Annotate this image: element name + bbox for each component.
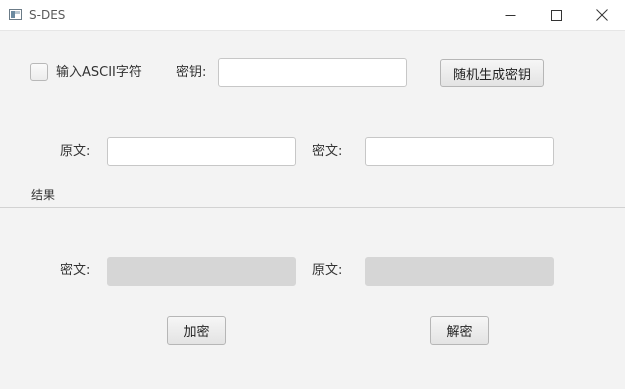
title-bar: S-DES [0,0,625,31]
decrypt-button[interactable]: 解密 [430,316,489,345]
generate-key-button[interactable]: 随机生成密钥 [440,59,544,87]
ascii-checkbox[interactable] [30,63,48,81]
result-section-title: 结果 [31,188,56,202]
app-window-icon [9,9,22,20]
ciphertext-input[interactable] [365,137,554,166]
result-ciphertext-field [107,257,296,286]
ciphertext-input-label: 密文: [312,144,343,159]
key-input[interactable] [218,58,407,87]
close-button[interactable] [579,0,625,30]
maximize-icon [550,9,562,21]
result-plaintext-label: 原文: [312,263,343,278]
minimize-button[interactable] [487,0,533,30]
result-ciphertext-label: 密文: [60,263,91,278]
result-plaintext-field [365,257,554,286]
plaintext-input[interactable] [107,137,296,166]
encrypt-button[interactable]: 加密 [167,316,226,345]
maximize-button[interactable] [533,0,579,30]
key-label: 密钥: [176,65,207,80]
ascii-checkbox-label[interactable]: 输入ASCII字符 [56,65,142,81]
result-separator [0,207,625,208]
plaintext-input-label: 原文: [60,144,91,159]
minimize-icon [505,14,515,16]
close-icon [596,9,608,21]
window-title: S-DES [29,8,66,22]
